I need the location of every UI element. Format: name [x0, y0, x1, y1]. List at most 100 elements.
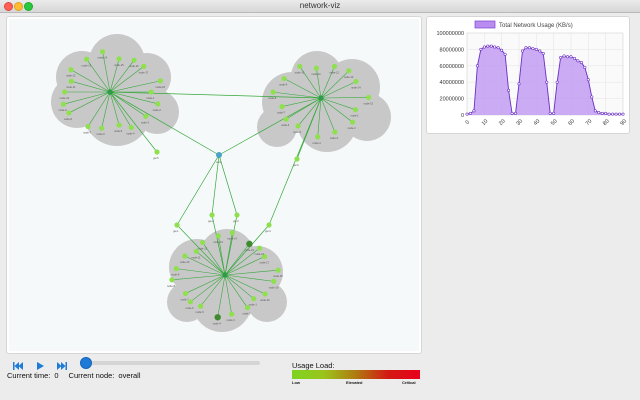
cluster-hub[interactable]	[222, 272, 228, 278]
node-marker[interactable]	[331, 63, 338, 70]
node-marker[interactable]	[198, 303, 204, 309]
skip-forward-icon	[57, 362, 67, 370]
usage-point	[486, 44, 490, 48]
node-marker[interactable]	[173, 266, 179, 272]
node-label: node-10	[60, 96, 70, 100]
node-marker[interactable]	[297, 63, 303, 69]
node-marker[interactable]	[143, 113, 149, 119]
network-map[interactable]: node-1node-2node-3node-4node-5node-6node…	[7, 17, 421, 353]
gateway-marker[interactable]	[174, 222, 180, 228]
node-label: node-11	[66, 85, 76, 89]
usage-point	[562, 54, 566, 58]
node-label: node-20	[260, 298, 270, 302]
usage-point	[566, 55, 570, 59]
usage-point	[503, 52, 507, 56]
gateway-marker[interactable]	[234, 212, 240, 218]
play-button[interactable]	[34, 358, 46, 370]
node-marker[interactable]	[68, 67, 74, 73]
usage-point	[590, 95, 594, 99]
node-marker[interactable]	[187, 299, 194, 305]
node-marker[interactable]	[246, 240, 253, 248]
core-router[interactable]	[216, 152, 222, 158]
node-marker[interactable]	[271, 278, 277, 284]
node-marker[interactable]	[365, 94, 372, 100]
x-tick-label: 0	[465, 120, 471, 126]
legend-low-label: Low	[292, 380, 300, 385]
cluster-blob	[167, 282, 207, 322]
node-marker[interactable]	[270, 89, 276, 95]
node-marker[interactable]	[349, 119, 356, 125]
usage-point	[541, 51, 545, 55]
node-label: node-4	[313, 141, 322, 145]
usage-chart: 0 20000000 40000000 60000000 80000000 1000000…	[436, 20, 628, 127]
node-marker[interactable]	[256, 245, 263, 251]
legend-swatch	[474, 20, 496, 29]
node-label: node-14	[227, 237, 237, 241]
usage-point	[520, 49, 524, 53]
node-label: node-11	[191, 255, 201, 259]
node-label: node-8	[167, 284, 176, 288]
gateway-marker[interactable]	[294, 156, 300, 162]
time-slider-track[interactable]	[84, 361, 260, 365]
node-marker[interactable]	[182, 290, 189, 297]
node-marker[interactable]	[279, 104, 285, 110]
node-marker[interactable]	[169, 277, 175, 283]
gateway-marker[interactable]	[266, 222, 272, 228]
node-marker[interactable]	[116, 122, 122, 128]
node-marker[interactable]	[229, 230, 235, 236]
gateway-marker[interactable]	[154, 149, 160, 155]
x-tick-label: 30	[515, 118, 524, 127]
usage-point	[517, 82, 521, 86]
node-marker[interactable]	[214, 314, 221, 321]
node-marker[interactable]	[295, 123, 301, 129]
node-label: node-4	[213, 321, 222, 325]
gateway-marker[interactable]	[209, 212, 215, 218]
legend-critical-label: Critical	[402, 380, 416, 385]
skip-last-button[interactable]	[56, 358, 68, 370]
node-marker[interactable]	[352, 107, 359, 113]
node-marker[interactable]	[353, 78, 359, 85]
node-marker[interactable]	[148, 89, 154, 95]
node-marker[interactable]	[157, 78, 163, 84]
node-marker[interactable]	[68, 78, 74, 84]
node-marker[interactable]	[283, 116, 289, 122]
node-marker[interactable]	[182, 253, 188, 259]
node-marker[interactable]	[229, 311, 235, 317]
node-marker[interactable]	[251, 296, 257, 302]
skip-first-button[interactable]	[12, 358, 24, 370]
node-marker[interactable]	[60, 101, 67, 107]
usage-point	[555, 80, 559, 84]
cluster-hub[interactable]	[107, 89, 113, 95]
usage-point	[482, 45, 486, 49]
node-marker[interactable]	[346, 68, 352, 74]
node-marker[interactable]	[313, 65, 319, 71]
node-marker[interactable]	[116, 56, 122, 62]
node-marker[interactable]	[215, 233, 221, 239]
node-marker[interactable]	[128, 124, 134, 131]
usage-point	[514, 111, 518, 115]
x-tick-label: 70	[585, 118, 594, 127]
node-marker[interactable]	[84, 56, 90, 62]
node-marker[interactable]	[275, 267, 281, 273]
node-marker[interactable]	[315, 134, 321, 140]
node-marker[interactable]	[131, 57, 137, 63]
network-map-panel[interactable]: node-1 node-2 node-3 node-4 node-5 node-6 node…	[6, 16, 422, 354]
node-label: node-10	[295, 70, 305, 74]
node-marker[interactable]	[99, 49, 106, 55]
node-marker[interactable]	[85, 123, 91, 130]
node-marker[interactable]	[262, 291, 268, 297]
node-label: node-2	[242, 312, 251, 316]
node-marker[interactable]	[141, 63, 147, 69]
node-label: node-2	[348, 126, 357, 130]
cluster-hub[interactable]	[318, 95, 324, 101]
node-marker[interactable]	[66, 110, 72, 116]
node-marker[interactable]	[62, 89, 68, 95]
node-marker[interactable]	[281, 75, 287, 82]
time-slider-handle[interactable]	[80, 357, 92, 369]
node-marker[interactable]	[155, 101, 161, 107]
x-tick-label: 50	[550, 118, 559, 127]
usage-point	[576, 59, 580, 63]
node-marker[interactable]	[332, 129, 338, 135]
node-marker[interactable]	[99, 125, 105, 131]
node-marker[interactable]	[199, 239, 206, 246]
